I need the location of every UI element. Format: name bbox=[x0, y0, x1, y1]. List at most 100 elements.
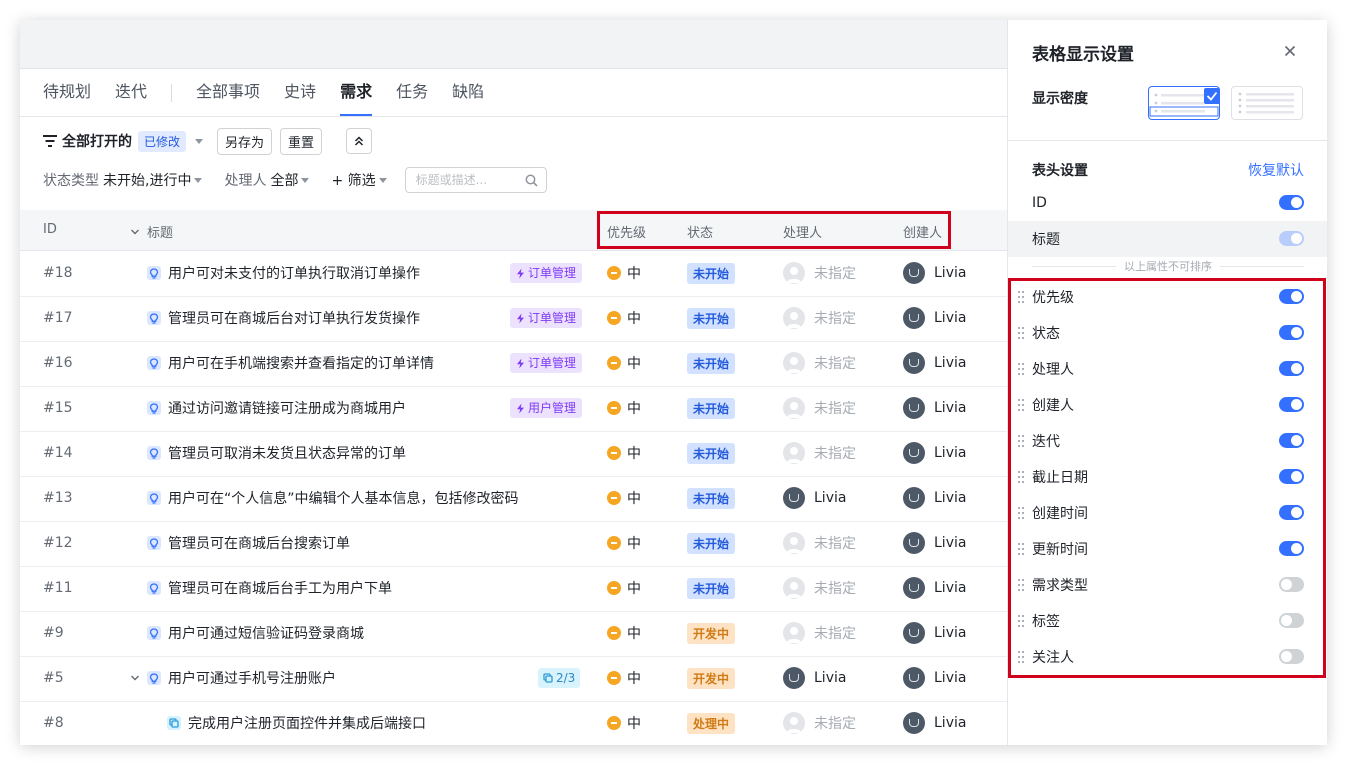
chevron-down-icon[interactable] bbox=[130, 673, 140, 683]
row-tag[interactable]: 订单管理 bbox=[510, 263, 583, 283]
chevron-down-icon[interactable] bbox=[130, 227, 140, 237]
row-creator[interactable]: Livia bbox=[903, 251, 966, 295]
row-status[interactable]: 未开始 bbox=[687, 431, 736, 475]
row-priority[interactable]: 中 bbox=[607, 431, 641, 475]
reset-button[interactable]: 重置 bbox=[280, 127, 323, 155]
tab-5[interactable]: 任务 bbox=[396, 80, 428, 116]
row-priority[interactable]: 中 bbox=[607, 476, 641, 520]
row-creator[interactable]: Livia bbox=[903, 431, 966, 475]
row-priority[interactable]: 中 bbox=[607, 566, 641, 610]
tab-6[interactable]: 缺陷 bbox=[452, 80, 484, 116]
close-button[interactable] bbox=[1284, 42, 1296, 61]
row-title-cell[interactable]: 用户可在手机端搜索并查看指定的订单详情 bbox=[147, 341, 434, 385]
table-row[interactable]: #11 管理员可在商城后台手工为用户下单 中 未开始 未指定 Livia bbox=[20, 566, 1007, 612]
add-filter-button[interactable]: + 筛选 bbox=[331, 170, 387, 190]
row-title-cell[interactable]: 管理员可取消未发货且状态异常的订单 bbox=[147, 431, 406, 475]
row-status[interactable]: 未开始 bbox=[687, 566, 736, 610]
row-tag[interactable]: 订单管理 bbox=[510, 308, 583, 328]
row-title: 用户可在“个人信息”中编辑个人基本信息，包括修改密码 bbox=[168, 491, 519, 507]
table-row[interactable]: #8 完成用户注册页面控件并集成后端接口 中 处理中 未指定 Livia bbox=[20, 701, 1007, 745]
column-title[interactable]: 标题 bbox=[130, 222, 173, 241]
row-priority[interactable]: 中 bbox=[607, 656, 641, 700]
column-id[interactable]: ID bbox=[43, 222, 57, 237]
row-assignee[interactable]: 未指定 bbox=[783, 431, 856, 475]
row-title-cell[interactable]: 用户可通过手机号注册账户 bbox=[131, 656, 336, 700]
row-title-cell[interactable]: 用户可对未支付的订单执行取消订单操作 bbox=[147, 251, 420, 295]
user-icon bbox=[909, 674, 919, 682]
row-assignee[interactable]: 未指定 bbox=[783, 296, 856, 340]
row-creator[interactable]: Livia bbox=[903, 296, 966, 340]
chevron-down-icon[interactable] bbox=[195, 138, 204, 144]
row-title-cell[interactable]: 用户可通过短信验证码登录商城 bbox=[147, 611, 364, 655]
row-creator[interactable]: Livia bbox=[903, 386, 966, 430]
row-title-cell[interactable]: 管理员可在商城后台搜索订单 bbox=[147, 521, 350, 565]
tab-0[interactable]: 待规划 bbox=[43, 80, 91, 116]
row-id: #15 bbox=[43, 400, 73, 416]
row-priority[interactable]: 中 bbox=[607, 521, 641, 565]
row-title-cell[interactable]: 用户可在“个人信息”中编辑个人基本信息，包括修改密码 bbox=[147, 476, 519, 520]
row-assignee[interactable]: 未指定 bbox=[783, 611, 856, 655]
table-row[interactable]: #9 用户可通过短信验证码登录商城 中 开发中 未指定 Livia bbox=[20, 611, 1007, 657]
tab-1[interactable]: 迭代 bbox=[115, 80, 147, 116]
row-priority[interactable]: 中 bbox=[607, 611, 641, 655]
table-row[interactable]: #16 用户可在手机端搜索并查看指定的订单详情 订单管理 中 未开始 未指定 Livia bbox=[20, 341, 1007, 387]
row-creator[interactable]: Livia bbox=[903, 656, 966, 700]
row-status[interactable]: 开发中 bbox=[687, 656, 736, 700]
row-assignee[interactable]: 未指定 bbox=[783, 566, 856, 610]
row-title-cell[interactable]: 管理员可在商城后台对订单执行发货操作 bbox=[147, 296, 420, 340]
table-row[interactable]: #5 用户可通过手机号注册账户 2/3 中 开发中 Livia Livia bbox=[20, 656, 1007, 702]
row-creator[interactable]: Livia bbox=[903, 701, 966, 745]
row-status[interactable]: 未开始 bbox=[687, 251, 736, 295]
field-toggle[interactable] bbox=[1279, 195, 1304, 210]
tab-3[interactable]: 史诗 bbox=[284, 80, 316, 116]
row-priority[interactable]: 中 bbox=[607, 341, 641, 385]
row-priority[interactable]: 中 bbox=[607, 251, 641, 295]
table-row[interactable]: #12 管理员可在商城后台搜索订单 中 未开始 未指定 Livia bbox=[20, 521, 1007, 567]
row-assignee[interactable]: Livia bbox=[783, 656, 846, 700]
row-tag[interactable]: 订单管理 bbox=[510, 353, 583, 373]
subtask-count[interactable]: 2/3 bbox=[538, 668, 581, 688]
row-title-cell[interactable]: 管理员可在商城后台手工为用户下单 bbox=[147, 566, 392, 610]
assignee-filter[interactable]: 处理人 全部 bbox=[224, 170, 310, 190]
row-priority[interactable]: 中 bbox=[607, 386, 641, 430]
status-type-filter[interactable]: 状态类型 未开始,进行中 bbox=[43, 170, 203, 190]
restore-default-link[interactable]: 恢复默认 bbox=[1248, 160, 1304, 180]
row-status[interactable]: 开发中 bbox=[687, 611, 736, 655]
row-assignee[interactable]: 未指定 bbox=[783, 341, 856, 385]
row-status[interactable]: 未开始 bbox=[687, 386, 736, 430]
row-tag[interactable]: 用户管理 bbox=[510, 398, 583, 418]
row-creator[interactable]: Livia bbox=[903, 521, 966, 565]
tab-2[interactable]: 全部事项 bbox=[196, 80, 260, 116]
save-as-button[interactable]: 另存为 bbox=[217, 127, 273, 155]
table-row[interactable]: #17 管理员可在商城后台对订单执行发货操作 订单管理 中 未开始 未指定 Livia bbox=[20, 296, 1007, 342]
row-creator[interactable]: Livia bbox=[903, 476, 966, 520]
row-assignee[interactable]: 未指定 bbox=[783, 386, 856, 430]
table-row[interactable]: #14 管理员可取消未发货且状态异常的订单 中 未开始 未指定 Livia bbox=[20, 431, 1007, 477]
row-creator[interactable]: Livia bbox=[903, 611, 966, 655]
row-status[interactable]: 未开始 bbox=[687, 341, 736, 385]
view-name[interactable]: 全部打开的 bbox=[62, 131, 132, 151]
row-title-cell[interactable]: 通过访问邀请链接可注册成为商城用户 bbox=[147, 386, 406, 430]
search-box[interactable] bbox=[404, 167, 547, 193]
row-title-cell[interactable]: 完成用户注册页面控件并集成后端接口 bbox=[167, 701, 426, 745]
row-status[interactable]: 未开始 bbox=[687, 521, 736, 565]
row-assignee[interactable]: Livia bbox=[783, 476, 846, 520]
table-row[interactable]: #15 通过访问邀请链接可注册成为商城用户 用户管理 中 未开始 未指定 Livia bbox=[20, 386, 1007, 432]
table-row[interactable]: #13 用户可在“个人信息”中编辑个人基本信息，包括修改密码 中 未开始 Livia Li… bbox=[20, 476, 1007, 522]
search-input[interactable] bbox=[413, 172, 518, 188]
row-status[interactable]: 处理中 bbox=[687, 701, 736, 745]
row-status[interactable]: 未开始 bbox=[687, 476, 736, 520]
row-assignee[interactable]: 未指定 bbox=[783, 251, 856, 295]
density-option-compact[interactable] bbox=[1148, 86, 1220, 120]
row-assignee[interactable]: 未指定 bbox=[783, 521, 856, 565]
row-priority[interactable]: 中 bbox=[607, 296, 641, 340]
row-priority[interactable]: 中 bbox=[607, 701, 641, 745]
row-status[interactable]: 未开始 bbox=[687, 296, 736, 340]
row-creator[interactable]: Livia bbox=[903, 341, 966, 385]
density-option-comfortable[interactable] bbox=[1231, 86, 1303, 120]
row-assignee[interactable]: 未指定 bbox=[783, 701, 856, 745]
table-row[interactable]: #18 用户可对未支付的订单执行取消订单操作 订单管理 中 未开始 未指定 Livia bbox=[20, 251, 1007, 297]
tab-4[interactable]: 需求 bbox=[340, 80, 373, 116]
row-creator[interactable]: Livia bbox=[903, 566, 966, 610]
collapse-filters-button[interactable] bbox=[346, 128, 373, 154]
